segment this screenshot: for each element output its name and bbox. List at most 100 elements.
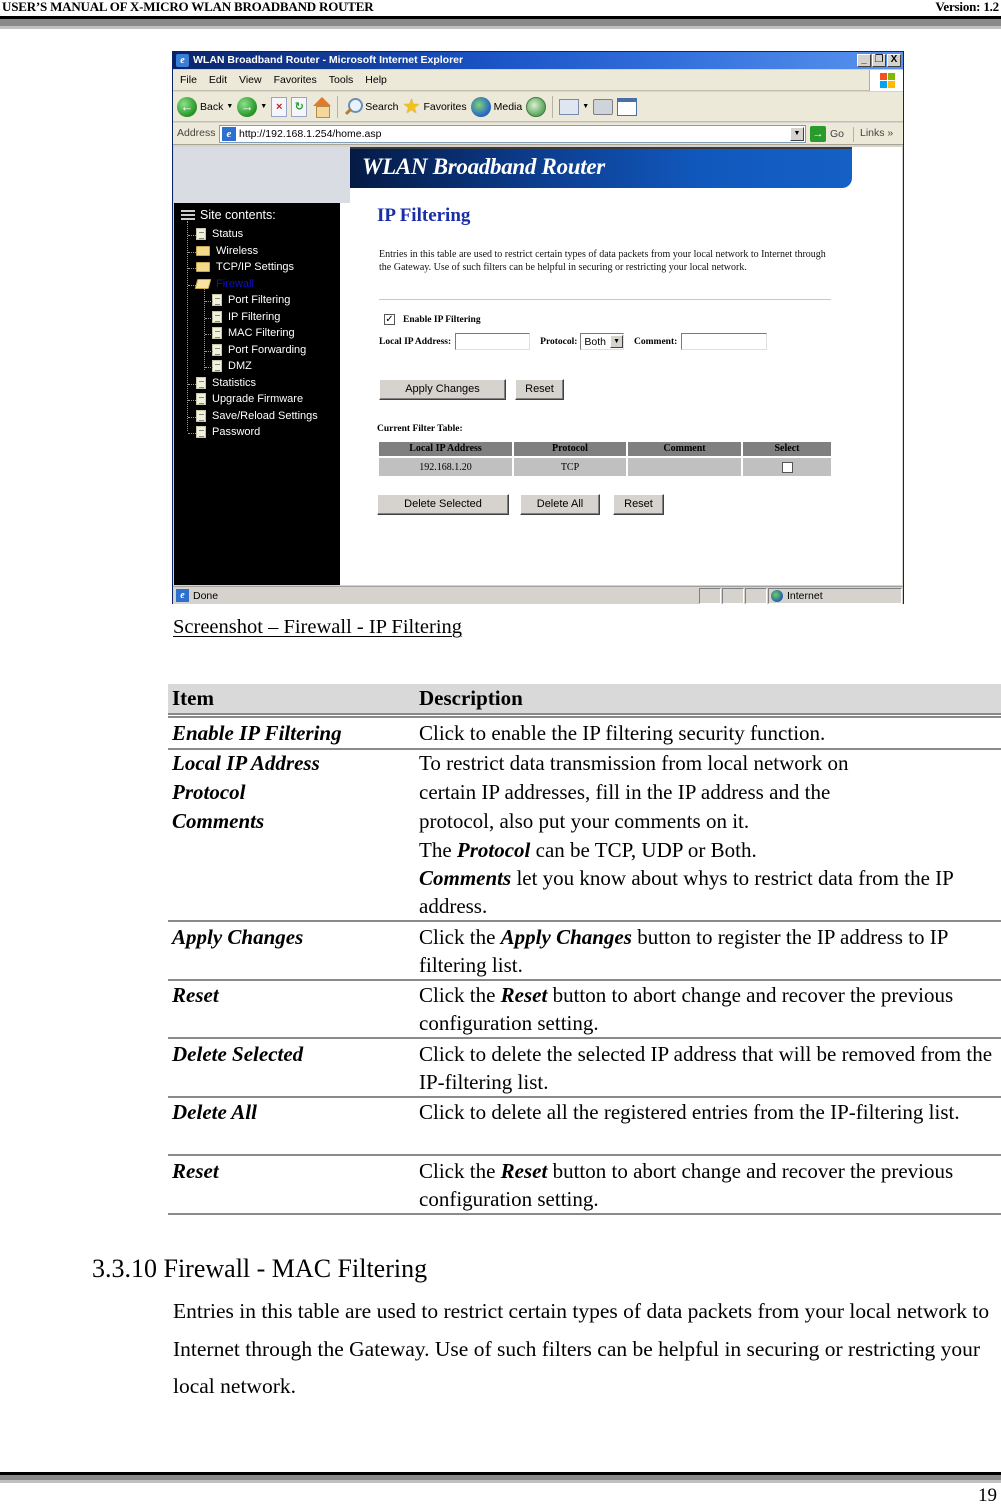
sidebar-item-status[interactable]: Status: [196, 228, 243, 240]
tree-connector: [188, 235, 196, 236]
sidebar-item-dmz[interactable]: DMZ: [212, 360, 252, 372]
status-pane: [745, 588, 767, 604]
internet-globe-icon: [771, 590, 783, 602]
divider: [379, 299, 831, 300]
sidebar-item-upgrade-firmware[interactable]: Upgrade Firmware: [196, 393, 303, 405]
item-comments: Comments: [172, 809, 265, 833]
col-local-ip: Local IP Address: [379, 442, 512, 456]
edit-icon[interactable]: [617, 97, 638, 116]
delete-all-button[interactable]: Delete All: [520, 494, 600, 515]
menu-help[interactable]: Help: [359, 70, 393, 91]
site-contents-sidebar: Site contents: Status Wireless TCP/IP Sett…: [174, 203, 340, 585]
comment-input[interactable]: [681, 333, 768, 350]
sidebar-item-port-filtering[interactable]: Port Filtering: [212, 294, 290, 306]
address-dropdown-icon[interactable]: ▼: [790, 127, 804, 141]
address-input[interactable]: e http://192.168.1.254/home.asp ▼: [219, 125, 806, 143]
browser-title: WLAN Broadband Router - Microsoft Intern…: [193, 54, 464, 66]
zone-label: Internet: [787, 590, 823, 602]
search-icon: [344, 97, 364, 116]
page-icon: [212, 294, 222, 306]
folder-open-icon: [194, 278, 212, 289]
desc-enable-ip-filtering: Click to enable the IP filtering securit…: [419, 721, 826, 745]
tree-connector: [188, 400, 196, 401]
menu-favorites[interactable]: Favorites: [268, 70, 323, 91]
page-icon: [196, 393, 206, 405]
mail-dropdown-icon[interactable]: ▼: [582, 103, 589, 110]
manual-header-version: Version: 1.2: [935, 0, 999, 14]
back-dropdown-icon[interactable]: ▼: [226, 103, 233, 110]
sidebar-item-mac-filtering[interactable]: MAC Filtering: [212, 327, 295, 339]
page-icon: [196, 409, 206, 422]
address-url[interactable]: http://192.168.1.254/home.asp: [239, 128, 381, 140]
status-bar: e Done Internet: [173, 586, 903, 604]
protocol-select[interactable]: Both ▼: [580, 333, 625, 350]
sidebar-item-password[interactable]: Password: [196, 426, 260, 438]
header-rule-shade: [0, 19, 1001, 26]
banner-spacer: [340, 147, 350, 203]
enable-ip-filtering-label: Enable IP Filtering: [403, 314, 481, 325]
stop-icon[interactable]: ×: [271, 96, 288, 117]
col-comment: Comment: [628, 442, 741, 456]
figure-caption: Screenshot – Firewall - IP Filtering: [173, 616, 463, 638]
site-contents-icon: [181, 210, 195, 220]
back-button[interactable]: ← Back ▼: [177, 96, 233, 117]
table-row: 192.168.1.20 TCP: [379, 458, 831, 476]
mail-button[interactable]: ▼: [559, 98, 589, 115]
menu-tools[interactable]: Tools: [323, 70, 360, 91]
item-delete-all: Delete All: [172, 1100, 257, 1124]
sidebar-item-label: Port Filtering: [228, 294, 291, 306]
status-pane: [722, 588, 744, 604]
refresh-icon[interactable]: ↻: [291, 96, 308, 117]
home-icon[interactable]: [311, 96, 332, 118]
toolbar-separator: [552, 95, 554, 118]
row-divider: [168, 1154, 1001, 1156]
sidebar-item-ip-filtering[interactable]: IP Filtering: [212, 310, 280, 323]
folder-icon: [196, 262, 210, 272]
media-button[interactable]: Media: [470, 96, 522, 117]
sidebar-item-save-reload-settings[interactable]: Save/Reload Settings: [196, 409, 318, 422]
sidebar-item-wireless[interactable]: Wireless: [196, 245, 258, 257]
delete-selected-button[interactable]: Delete Selected: [377, 494, 509, 515]
go-button[interactable]: → Go: [810, 126, 844, 142]
search-button[interactable]: Search: [344, 97, 399, 116]
reset-table-button[interactable]: Reset: [613, 494, 664, 515]
page-icon: [212, 360, 222, 372]
item-enable-ip-filtering: Enable IP Filtering: [172, 721, 342, 745]
menu-edit[interactable]: Edit: [203, 70, 233, 91]
sidebar-item-label: Status: [212, 228, 244, 240]
menu-view[interactable]: View: [233, 70, 268, 91]
sidebar-item-label: MAC Filtering: [228, 327, 295, 339]
history-icon[interactable]: [526, 96, 547, 117]
restore-button[interactable]: ❐: [872, 54, 886, 67]
go-arrow-icon: →: [810, 126, 826, 142]
page-ie-icon: e: [222, 127, 236, 141]
tree-connector: [188, 433, 196, 434]
sidebar-item-tcp-ip-settings[interactable]: TCP/IP Settings: [196, 261, 294, 273]
status-text: Done: [193, 590, 219, 602]
apply-changes-button[interactable]: Apply Changes: [379, 379, 506, 400]
minimize-button[interactable]: _: [857, 54, 871, 67]
comment-label: Comment:: [634, 336, 678, 347]
links-button[interactable]: Links »: [853, 127, 893, 142]
enable-ip-filtering-checkbox[interactable]: ✓: [384, 314, 395, 325]
menu-file[interactable]: File: [173, 70, 203, 91]
sidebar-item-statistics[interactable]: Statistics: [196, 376, 256, 389]
windows-logo-icon: [869, 70, 903, 91]
forward-dropdown-icon[interactable]: ▼: [260, 103, 267, 110]
local-ip-input[interactable]: [455, 333, 531, 350]
favorites-button[interactable]: ★ Favorites: [403, 97, 467, 117]
reset-button[interactable]: Reset: [515, 379, 564, 400]
page-icon: [196, 228, 206, 240]
forward-button[interactable]: → ▼: [237, 96, 267, 117]
sidebar-item-firewall[interactable]: Firewall: [194, 278, 254, 290]
page-icon: [196, 376, 206, 389]
chevron-down-icon: ▼: [610, 335, 624, 348]
media-icon: [470, 96, 491, 117]
close-button[interactable]: X: [887, 54, 901, 67]
bold-text: Comments: [419, 866, 512, 890]
sidebar-item-port-forwarding[interactable]: Port Forwarding: [212, 343, 306, 356]
print-icon[interactable]: [593, 98, 614, 115]
row-select-checkbox[interactable]: [781, 461, 793, 473]
enable-ip-filtering-row: ✓ Enable IP Filtering: [384, 314, 481, 325]
item-apply-changes: Apply Changes: [172, 925, 304, 949]
